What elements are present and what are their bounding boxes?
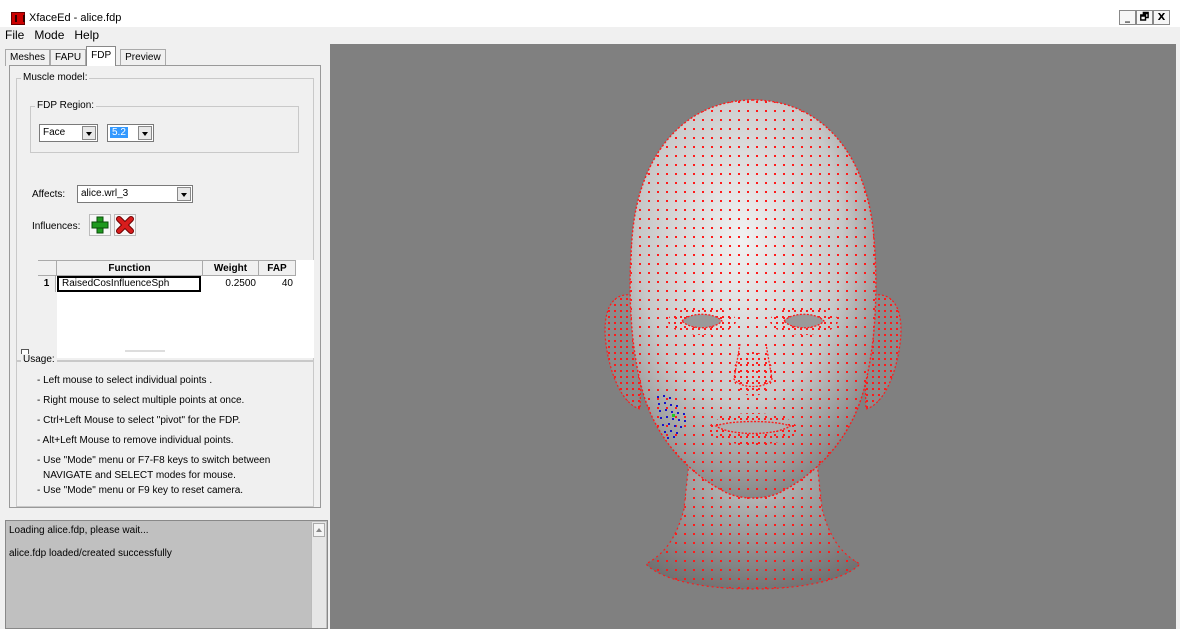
right-eye bbox=[783, 313, 825, 329]
usage-line: - Ctrl+Left Mouse to select "pivot" for … bbox=[37, 415, 241, 426]
menu-bar: File Mode Help bbox=[0, 27, 330, 44]
chevron-down-icon[interactable] bbox=[138, 126, 152, 140]
tab-preview[interactable]: Preview bbox=[120, 49, 166, 66]
col-weight[interactable]: Weight bbox=[203, 260, 259, 276]
green-plus-icon bbox=[91, 216, 109, 234]
chevron-down-icon[interactable] bbox=[82, 126, 96, 140]
row-number: 1 bbox=[38, 276, 56, 292]
left-eye bbox=[681, 313, 723, 329]
col-function[interactable]: Function bbox=[57, 260, 203, 276]
function-cell[interactable]: RaisedCosInfluenceSph bbox=[57, 276, 201, 292]
table-splitter[interactable] bbox=[125, 350, 165, 352]
title-bar: XfaceEd - alice.fdp _ 🗗 X bbox=[0, 0, 1180, 27]
window-title: XfaceEd - alice.fdp bbox=[29, 12, 122, 24]
affects-combo[interactable]: alice.wrl_3 bbox=[77, 185, 193, 203]
fdp-tab-panel: Muscle model: FDP Region: Face 5.2 Affec… bbox=[9, 65, 321, 508]
tab-meshes[interactable]: Meshes bbox=[5, 49, 51, 66]
app-icon bbox=[11, 12, 25, 25]
point-combo[interactable]: 5.2 bbox=[107, 124, 154, 142]
usage-line: - Use "Mode" menu or F7-F8 keys to switc… bbox=[37, 455, 271, 466]
usage-line: - Alt+Left Mouse to remove individual po… bbox=[37, 435, 234, 446]
chevron-down-icon[interactable] bbox=[177, 187, 191, 201]
usage-legend: Usage: bbox=[21, 354, 57, 365]
usage-group: Usage: - Left mouse to select individual… bbox=[16, 354, 314, 507]
influences-table[interactable]: Function Weight FAP 1 RaisedCosInfluence… bbox=[38, 260, 314, 358]
usage-line: - Use "Mode" menu or F9 key to reset cam… bbox=[37, 485, 244, 496]
table-header-corner bbox=[38, 260, 57, 276]
col-fap[interactable]: FAP bbox=[259, 260, 296, 276]
menu-mode[interactable]: Mode bbox=[33, 27, 65, 44]
maximize-button[interactable]: 🗗 bbox=[1136, 10, 1153, 25]
usage-line: - Right mouse to select multiple points … bbox=[37, 395, 245, 406]
table-side-column bbox=[38, 292, 57, 358]
tab-fdp[interactable]: FDP bbox=[86, 46, 117, 66]
close-button[interactable]: X bbox=[1153, 10, 1170, 25]
head-mesh-points bbox=[630, 100, 876, 498]
tab-strip: Meshes FAPU FDP Preview bbox=[5, 46, 166, 66]
pivot-point[interactable] bbox=[672, 414, 675, 417]
muscle-model-legend: Muscle model: bbox=[21, 72, 90, 83]
3d-viewport[interactable] bbox=[330, 44, 1176, 629]
region-combo-value: Face bbox=[43, 127, 66, 138]
affects-label: Affects: bbox=[32, 189, 66, 200]
add-influence-button[interactable] bbox=[89, 214, 111, 236]
influences-label: Influences: bbox=[32, 221, 81, 232]
remove-influence-button[interactable] bbox=[114, 214, 136, 236]
menu-help[interactable]: Help bbox=[73, 27, 100, 44]
weight-cell[interactable]: 0.2500 bbox=[203, 276, 259, 292]
affects-combo-value: alice.wrl_3 bbox=[81, 188, 129, 199]
tab-fapu[interactable]: FAPU bbox=[50, 49, 87, 66]
table-header: Function Weight FAP bbox=[38, 260, 296, 276]
usage-line: NAVIGATE and SELECT modes for mouse. bbox=[43, 470, 236, 481]
log-scrollbar[interactable] bbox=[311, 522, 326, 628]
table-row[interactable]: 1 RaisedCosInfluenceSph 0.2500 40 bbox=[38, 276, 296, 292]
region-combo[interactable]: Face bbox=[39, 124, 98, 142]
fdp-region-legend: FDP Region: bbox=[35, 100, 97, 111]
log-line: alice.fdp loaded/created successfully bbox=[9, 548, 172, 559]
menu-file[interactable]: File bbox=[4, 27, 25, 44]
left-pane: Meshes FAPU FDP Preview Muscle model: FD… bbox=[0, 44, 330, 629]
scroll-up-arrow-icon[interactable] bbox=[313, 523, 325, 537]
face-mesh-render bbox=[604, 99, 902, 590]
fap-cell[interactable]: 40 bbox=[259, 276, 296, 292]
usage-line: - Left mouse to select individual points… bbox=[37, 375, 213, 386]
minimize-button[interactable]: _ bbox=[1119, 10, 1136, 25]
point-combo-value: 5.2 bbox=[110, 127, 128, 138]
log-output[interactable]: Loading alice.fdp, please wait... alice.… bbox=[5, 520, 328, 629]
log-line: Loading alice.fdp, please wait... bbox=[9, 525, 149, 536]
red-x-icon bbox=[116, 216, 134, 234]
fdp-region-group: FDP Region: Face 5.2 bbox=[30, 100, 299, 153]
